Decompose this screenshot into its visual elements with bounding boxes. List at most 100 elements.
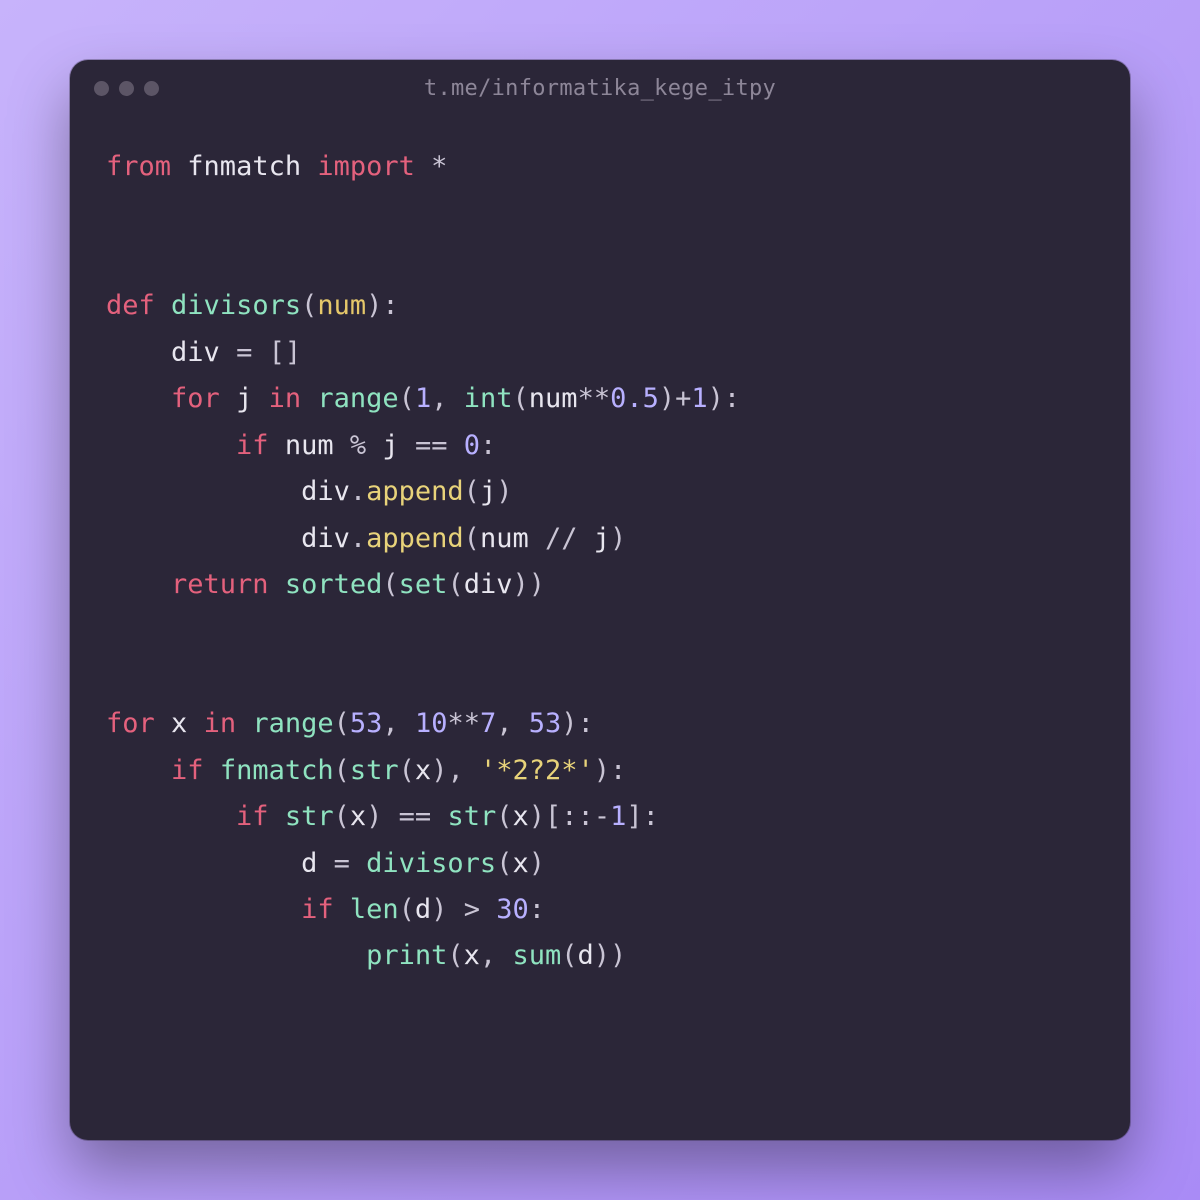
code-token: in: [204, 708, 237, 739]
code-token: [415, 151, 431, 182]
code-token: [155, 290, 171, 321]
code-token: +: [675, 383, 691, 414]
code-token: [106, 894, 301, 925]
window-title: t.me/informatika_kege_itpy: [70, 76, 1130, 101]
code-token: (: [399, 894, 415, 925]
code-token: =: [236, 337, 252, 368]
code-token: num: [285, 430, 334, 461]
code-token: [464, 755, 480, 786]
code-token: num: [529, 383, 578, 414]
code-token: j: [382, 430, 398, 461]
code-token: for: [171, 383, 220, 414]
code-token: '*2?2*': [480, 755, 594, 786]
code-token: ): [708, 383, 724, 414]
code-token: [301, 383, 317, 414]
code-token: [220, 337, 236, 368]
code-token: [155, 708, 171, 739]
code-token: [480, 894, 496, 925]
code-token: range: [317, 383, 398, 414]
code-token: [334, 430, 350, 461]
code-token: (: [447, 940, 463, 971]
code-token: ==: [415, 430, 448, 461]
code-area: from fnmatch import * def divisors(num):…: [70, 116, 1130, 1140]
code-token: 1: [691, 383, 707, 414]
code-token: if: [236, 801, 269, 832]
code-token: (: [399, 383, 415, 414]
code-token: ,: [447, 755, 463, 786]
code-token: ): [594, 755, 610, 786]
code-token: [513, 708, 529, 739]
code-token: :: [643, 801, 659, 832]
code-token: [106, 476, 301, 507]
code-token: [399, 708, 415, 739]
code-token: [106, 337, 171, 368]
code-token: ): [512, 569, 528, 600]
code-token: ,: [382, 708, 398, 739]
code-token: if: [171, 755, 204, 786]
code-token: num: [317, 290, 366, 321]
code-token: ): [496, 476, 512, 507]
code-token: ,: [480, 940, 496, 971]
code-token: ): [529, 801, 545, 832]
code-token: [431, 801, 447, 832]
code-token: return: [171, 569, 269, 600]
code-token: num: [480, 523, 529, 554]
code-token: 1: [415, 383, 431, 414]
code-token: div: [171, 337, 220, 368]
code-token: :: [480, 430, 496, 461]
code-token: div: [301, 476, 350, 507]
code-token: [106, 848, 301, 879]
code-token: set: [399, 569, 448, 600]
code-token: -: [594, 801, 610, 832]
code-token: int: [464, 383, 513, 414]
code-token: [578, 523, 594, 554]
code-token: ==: [399, 801, 432, 832]
code-token: d: [301, 848, 317, 879]
code-token: append: [366, 523, 464, 554]
code-token: 53: [350, 708, 383, 739]
code-block: from fnmatch import * def divisors(num):…: [106, 144, 1094, 980]
code-window: t.me/informatika_kege_itpy from fnmatch …: [70, 60, 1130, 1140]
code-token: [399, 430, 415, 461]
code-token: range: [252, 708, 333, 739]
code-token: .: [350, 476, 366, 507]
code-token: *: [431, 151, 447, 182]
code-token: (: [513, 383, 529, 414]
code-token: 10: [415, 708, 448, 739]
code-token: //: [545, 523, 578, 554]
code-token: import: [317, 151, 415, 182]
code-token: (: [561, 940, 577, 971]
code-token: divisors: [366, 848, 496, 879]
code-token: 7: [480, 708, 496, 739]
code-token: ): [431, 755, 447, 786]
code-token: (: [464, 523, 480, 554]
code-token: :: [610, 755, 626, 786]
code-token: (: [496, 801, 512, 832]
code-token: [106, 430, 236, 461]
code-token: [447, 430, 463, 461]
code-token: ): [366, 801, 382, 832]
code-token: [252, 383, 268, 414]
code-token: (: [447, 569, 463, 600]
code-token: div: [301, 523, 350, 554]
code-token: 0: [464, 430, 480, 461]
code-token: d: [577, 940, 593, 971]
code-token: ): [366, 290, 382, 321]
code-token: [317, 848, 333, 879]
code-token: =: [334, 848, 350, 879]
code-token: [106, 755, 171, 786]
code-token: (: [334, 801, 350, 832]
code-token: (: [399, 755, 415, 786]
code-token: (: [382, 569, 398, 600]
code-token: [106, 940, 366, 971]
code-token: **: [447, 708, 480, 739]
code-token: if: [301, 894, 334, 925]
code-token: [106, 569, 171, 600]
code-token: [187, 708, 203, 739]
code-token: from: [106, 151, 171, 182]
code-token: >: [464, 894, 480, 925]
code-token: for: [106, 708, 155, 739]
code-token: [366, 430, 382, 461]
code-token: str: [285, 801, 334, 832]
code-token: ): [659, 383, 675, 414]
